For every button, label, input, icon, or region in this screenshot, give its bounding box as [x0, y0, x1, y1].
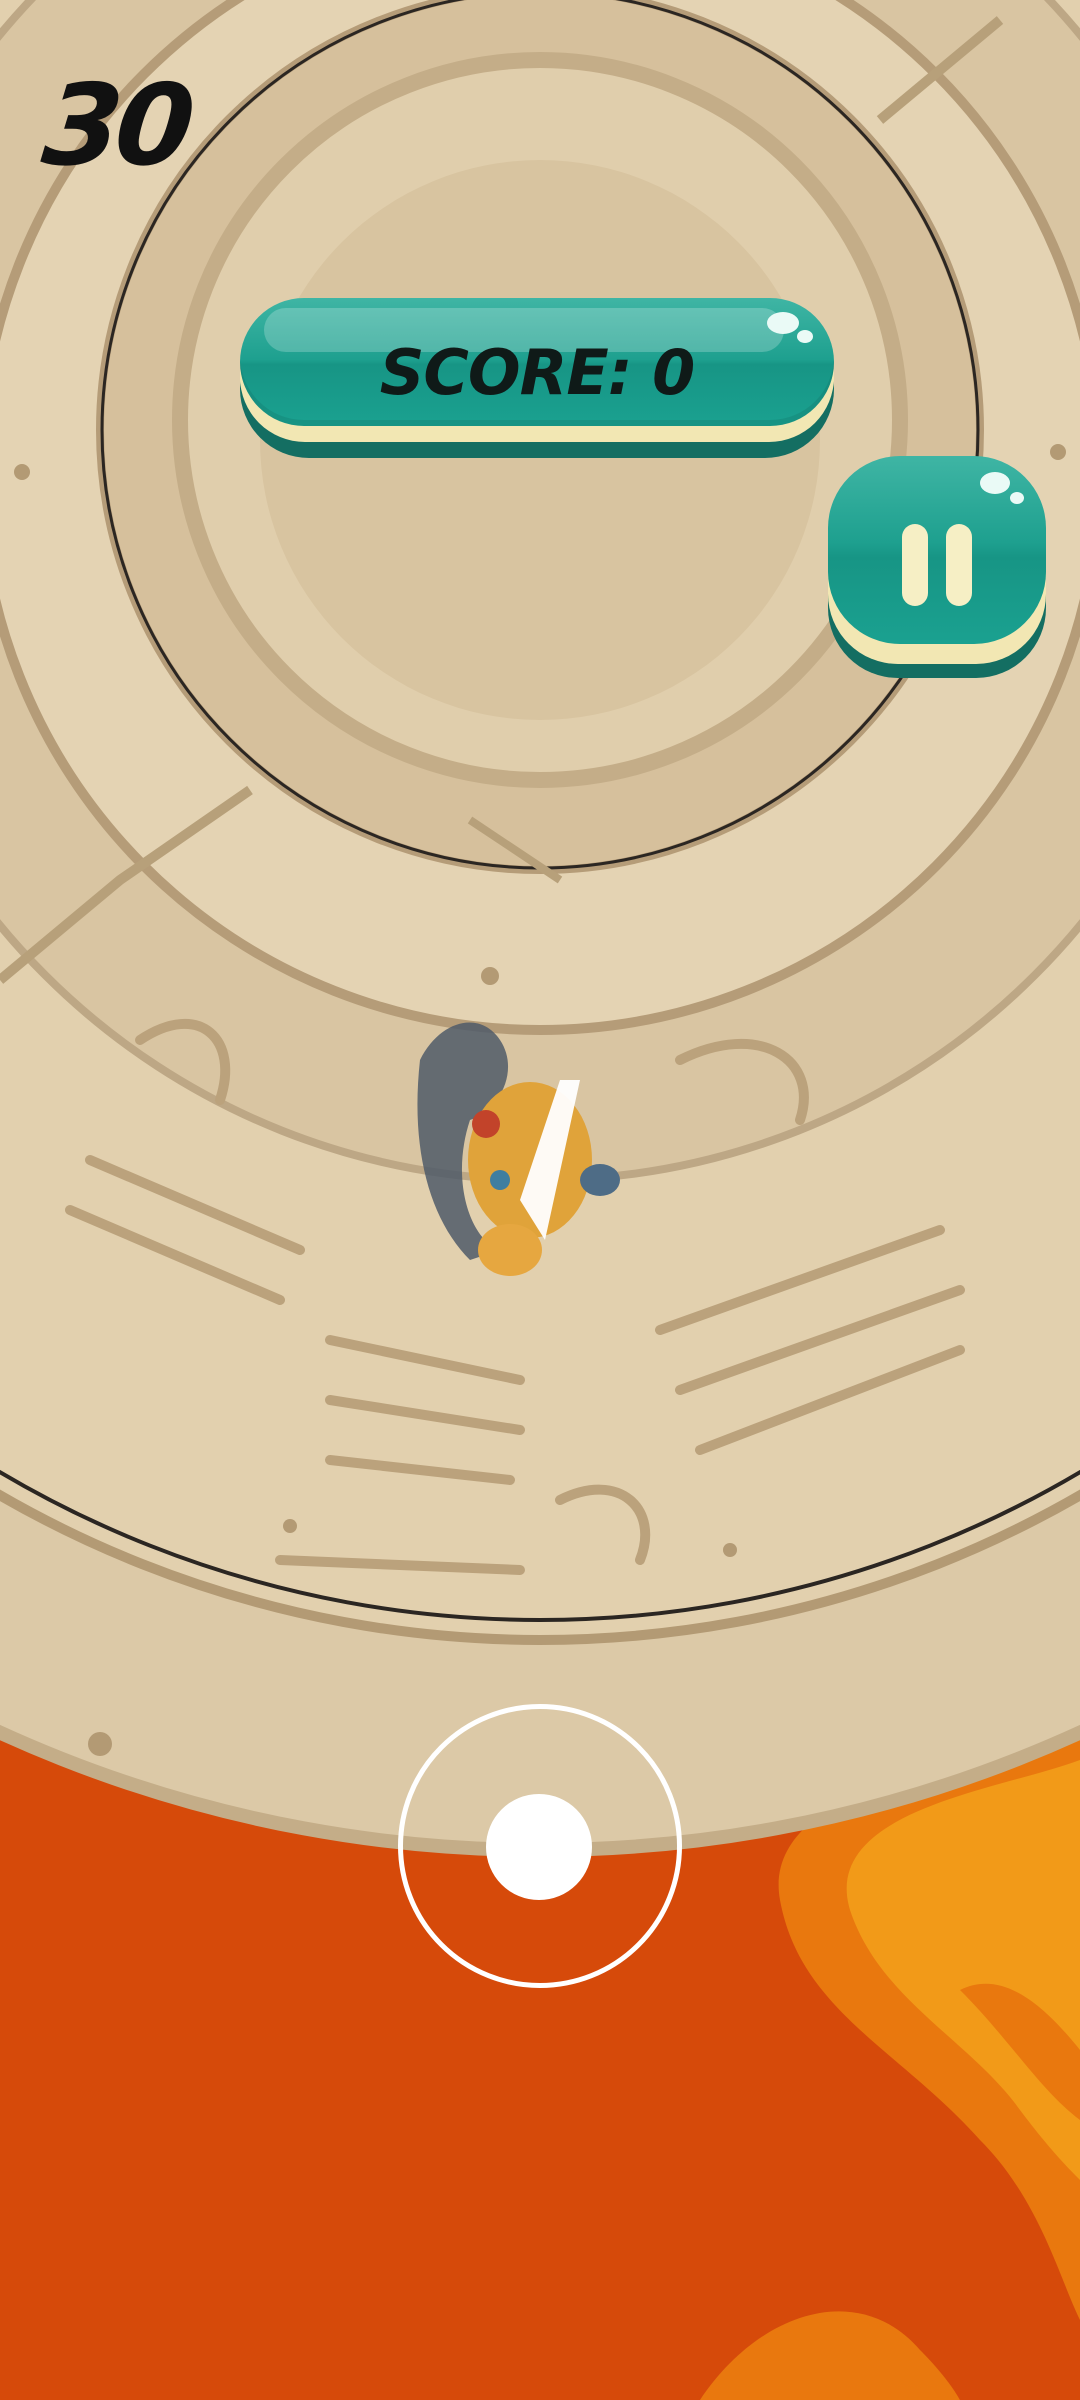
pause-button-gloss [980, 472, 1010, 494]
score-panel: SCORE: 0 [240, 298, 834, 458]
stone-platform [0, 0, 1080, 1857]
countdown-timer: 30 [37, 61, 195, 191]
game-screen: 30 SCORE: 0 [0, 0, 1080, 2400]
pause-button-gloss-small [1010, 492, 1024, 504]
pause-icon-bar-right [946, 524, 972, 606]
pause-icon-bar-left [902, 524, 928, 606]
joystick-knob[interactable] [486, 1794, 592, 1900]
pause-button-face [828, 456, 1046, 644]
score-label: SCORE: 0 [379, 336, 695, 409]
score-panel-gloss [767, 312, 799, 334]
pause-button[interactable] [828, 456, 1046, 678]
